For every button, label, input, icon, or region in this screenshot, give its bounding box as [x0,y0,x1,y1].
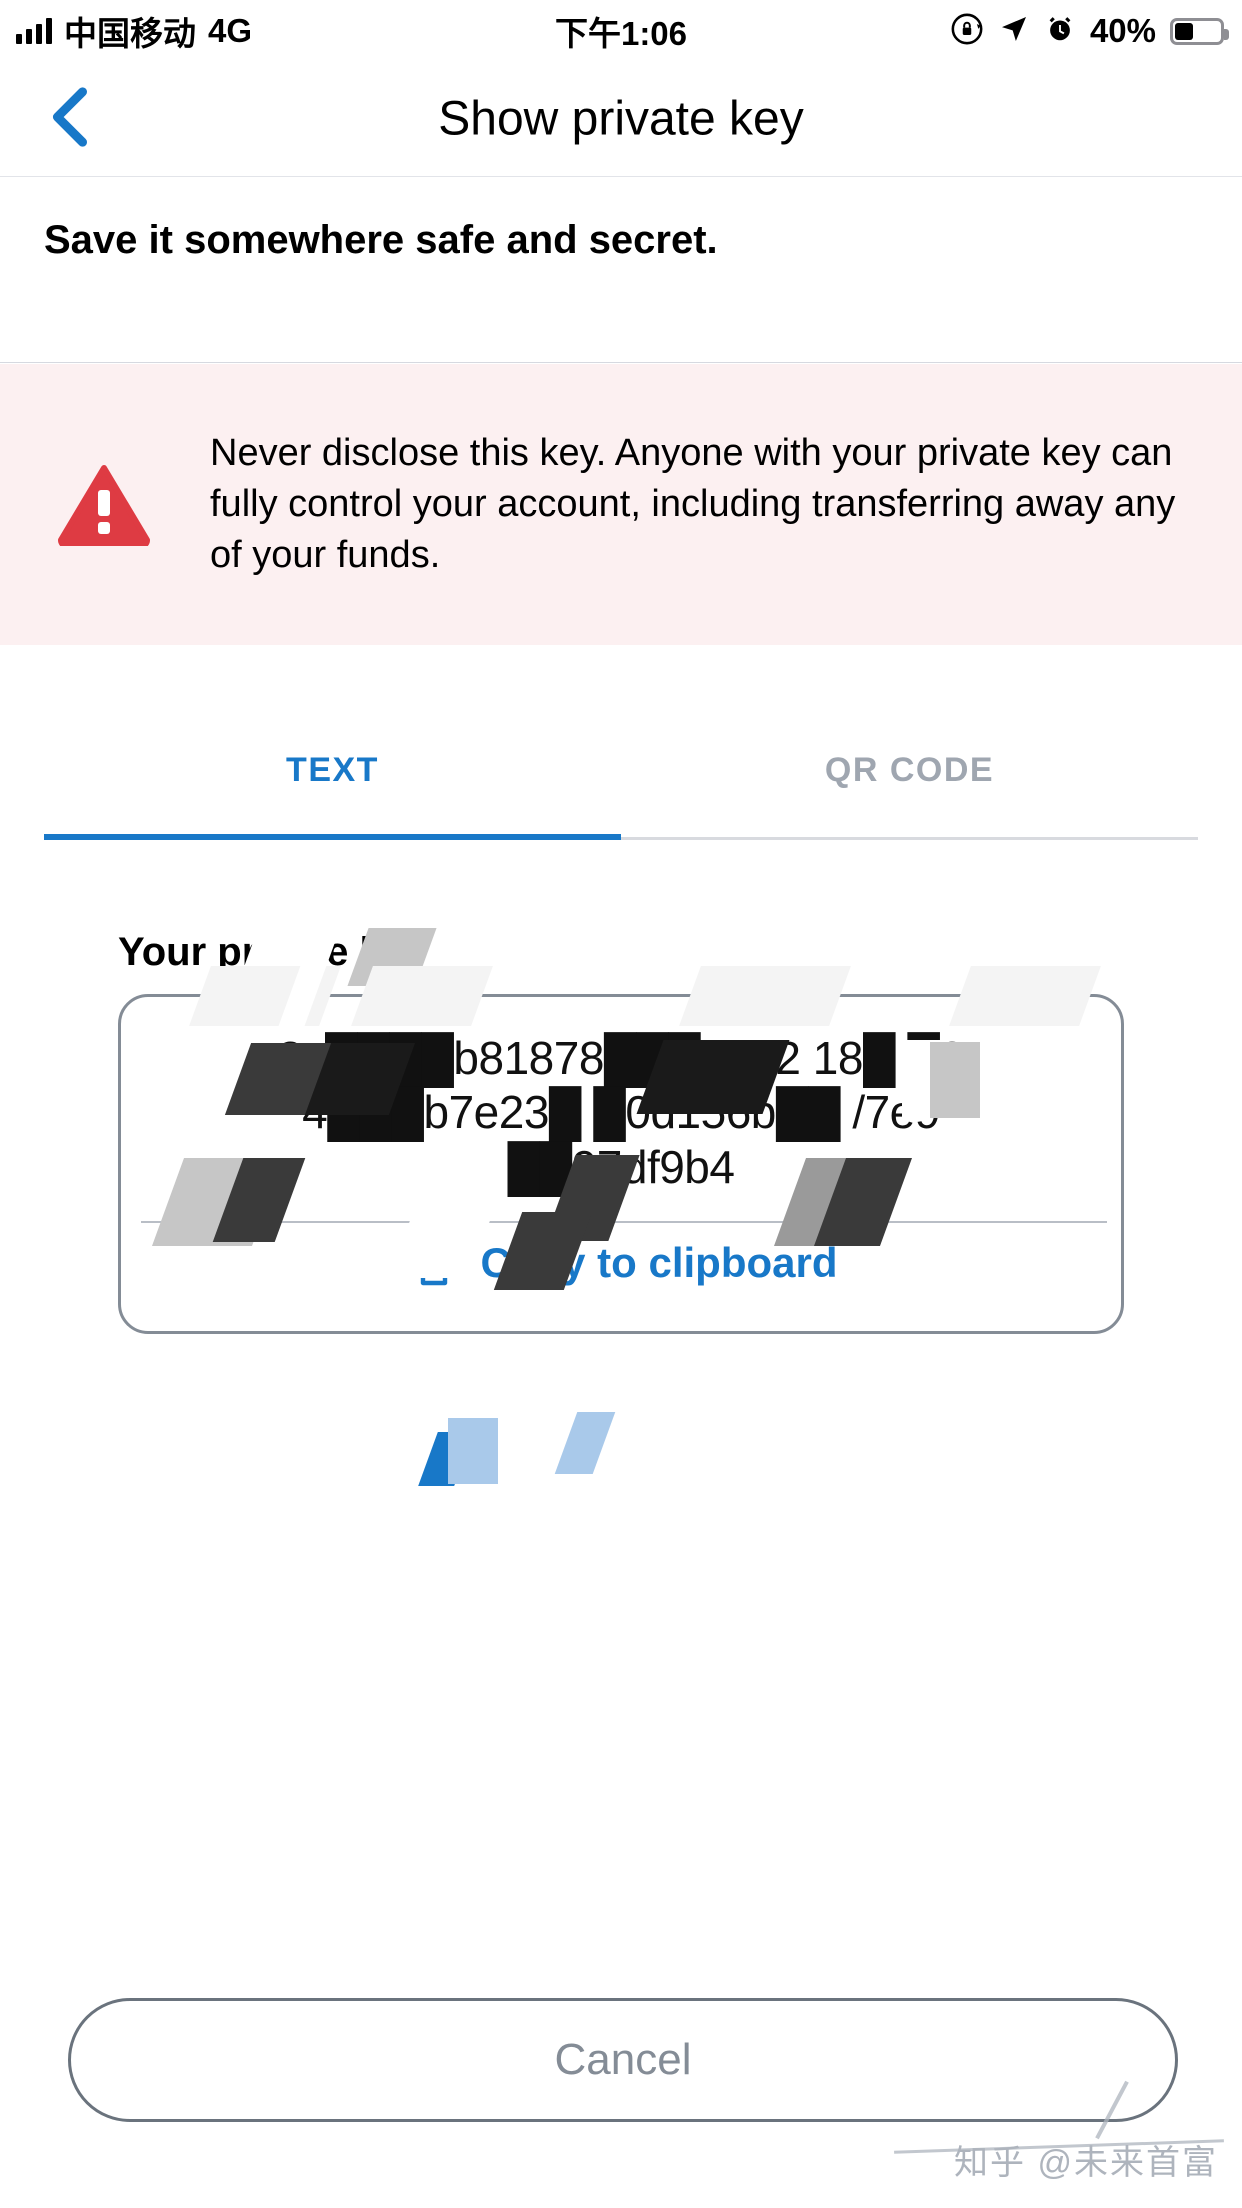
private-key-box: 8c████b81878███8082 18█ █3 4███b7e23█ █0… [118,994,1124,1334]
tab-inactive-indicator [621,837,1198,840]
clock-label: 下午1:06 [554,15,688,52]
battery-percent-label: 40% [1089,12,1156,49]
private-key-line-1: 8c████b81878███8082 18█ █3 [277,1032,965,1084]
redaction-mark [554,1412,616,1474]
copy-to-clipboard-label: Copy to clipboard [480,1238,838,1286]
battery-icon [1170,17,1229,45]
navigation-bar: Show private key [0,62,1242,177]
key-box-divider [141,1221,1107,1223]
private-key-line-2: 4███b7e23█ █0d156b██ /7e9 [302,1086,940,1139]
location-arrow-icon [998,13,1030,50]
watermark: 知乎 @未来首富 [954,2144,1218,2182]
app-screen: 中国移动 4G 下午1:06 40% Show private key Save… [0,0,1242,2208]
private-key-label: Your private key [118,930,427,974]
cancel-button-label: Cancel [554,2035,692,2084]
warning-text: Never disclose this key. Anyone with you… [210,431,1176,577]
tab-bar: TEXT QR CODE [44,700,1198,840]
status-bar: 中国移动 4G 下午1:06 40% [0,0,1242,62]
warning-triangle-icon [58,464,150,546]
subtitle-text: Save it somewhere safe and secret. [0,178,1242,363]
warning-banner: Never disclose this key. Anyone with you… [0,364,1242,645]
tab-text-label: TEXT [286,750,379,789]
tab-active-indicator [44,834,621,840]
alarm-clock-icon [1044,13,1076,50]
private-key-line-3: ██97df9b4 [507,1140,735,1193]
cancel-button[interactable]: Cancel [68,1998,1178,2122]
redaction-mark [448,1418,498,1484]
tab-qr-code[interactable]: QR CODE [621,700,1198,840]
tab-qr-code-label: QR CODE [824,750,995,789]
status-bar-right: 40% [950,12,1229,51]
tab-text[interactable]: TEXT [44,700,621,840]
copy-documents-icon [405,1230,461,1295]
page-title: Show private key [438,92,804,146]
private-key-value: 8c████b81878███8082 18█ █3 4███b7e23█ █0… [121,1031,1121,1194]
copy-to-clipboard-button[interactable]: Copy to clipboard [121,1230,1121,1295]
redaction-mark [418,1432,474,1486]
rotation-lock-icon [950,12,984,51]
